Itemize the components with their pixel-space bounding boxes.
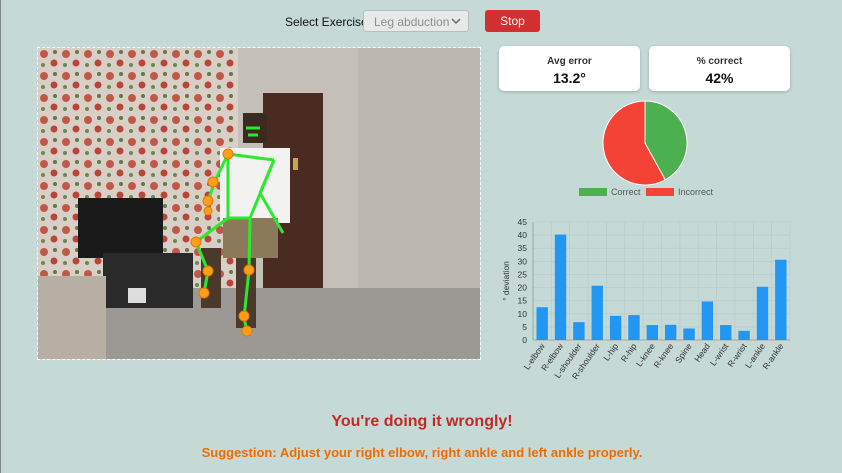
bar-head: [701, 301, 714, 340]
bar-r-shoulder: [591, 285, 603, 340]
camera-frame-image: [38, 48, 480, 359]
y-tick-label: 15: [518, 296, 528, 306]
legend-label-correct: Correct: [611, 187, 641, 197]
form-suggestion-message: Suggestion: Adjust your right elbow, rig…: [201, 445, 643, 460]
bar-r-wrist: [738, 330, 750, 340]
y-tick-label: 30: [518, 256, 528, 266]
bar-l-hip: [609, 315, 622, 340]
bar-l-wrist: [720, 325, 732, 340]
exercise-control-bar: Select Exercise: Leg abduction Stop: [1, 10, 842, 34]
bar-l-ankle: [756, 286, 769, 340]
chevron-down-icon: [451, 18, 461, 25]
exercise-select-value: Leg abduction: [374, 15, 450, 29]
x-tick-label: L-hip: [601, 341, 620, 362]
select-exercise-label: Select Exercise:: [285, 15, 372, 29]
avg-error-card: Avg error 13.2°: [499, 46, 640, 91]
y-axis-label: ° deviation: [501, 261, 511, 301]
legend-label-incorrect: Incorrect: [678, 187, 714, 197]
x-tick-label: Spine: [673, 341, 694, 365]
stop-button[interactable]: Stop: [485, 10, 540, 32]
y-tick-label: 5: [522, 322, 527, 332]
bar-r-ankle: [775, 259, 787, 340]
camera-feed: [37, 47, 481, 360]
joint-deviation-bar-chart: 0 5 10 15 20 25 30 35 40 45 L-elbow R-elbow L-should…: [497, 212, 797, 382]
bar-spine: [683, 328, 695, 340]
y-tick-label: 35: [518, 243, 528, 253]
pct-correct-value: 42%: [705, 70, 734, 86]
y-tick-label: 40: [518, 230, 528, 240]
pct-correct-card: % correct 42%: [649, 46, 790, 91]
bar-r-hip: [628, 315, 640, 340]
y-tick-label: 25: [518, 269, 528, 279]
avg-error-label: Avg error: [547, 56, 592, 67]
bar-r-elbow: [554, 234, 567, 340]
y-tick-label: 10: [518, 309, 528, 319]
y-tick-label: 45: [518, 217, 528, 227]
exercise-select[interactable]: Leg abduction: [363, 10, 469, 32]
legend-swatch-correct: [579, 188, 607, 196]
form-status-message: You're doing it wrongly!: [331, 413, 513, 430]
bar-l-elbow: [536, 307, 548, 340]
avg-error-value: 13.2°: [553, 70, 586, 86]
legend-swatch-incorrect: [646, 188, 674, 196]
y-tick-label: 0: [522, 335, 527, 345]
y-tick-label: 20: [518, 283, 528, 293]
bar-r-knee: [664, 324, 677, 340]
bar-l-knee: [646, 325, 659, 340]
pct-correct-label: % correct: [696, 56, 743, 67]
correctness-pie-chart: Correct Incorrect: [571, 100, 721, 200]
x-tick-label: R-knee: [651, 341, 675, 369]
bar-l-shoulder: [573, 322, 585, 340]
